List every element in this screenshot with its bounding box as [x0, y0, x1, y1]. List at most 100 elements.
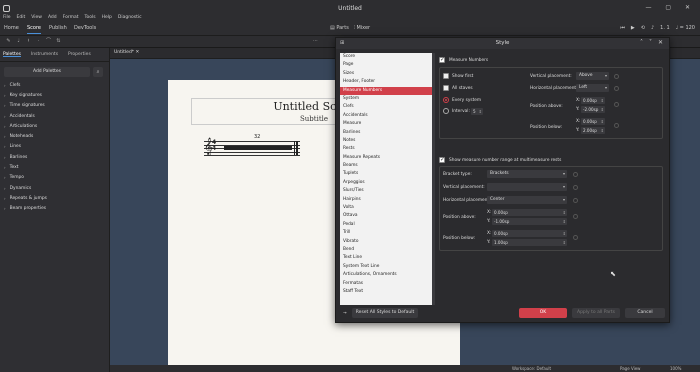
style-category-item[interactable]: Sizes	[340, 70, 432, 78]
reset-all-styles-button[interactable]: Reset All Styles to Default	[352, 308, 418, 318]
palette-item[interactable]: › Key signatures	[4, 90, 108, 100]
style-category-item[interactable]: Pedal	[340, 221, 432, 229]
mm-horizontal-placement-dropdown[interactable]: Center	[487, 196, 567, 204]
tie-icon[interactable]: ⌒	[45, 38, 52, 45]
zoom-level[interactable]: 100%	[670, 366, 681, 371]
style-category-item[interactable]: System Text Line	[340, 263, 432, 271]
reset-icon[interactable]	[573, 172, 578, 177]
palette-item[interactable]: › Time signatures	[4, 101, 108, 111]
mm-vertical-placement-dropdown[interactable]	[487, 183, 567, 191]
score-tab[interactable]: Untitled* ✕	[114, 50, 139, 55]
rewind-icon[interactable]: ⏮	[620, 25, 625, 31]
rest-icon[interactable]: 𝄽	[25, 38, 32, 45]
position-above-x[interactable]: 0.00sp	[581, 97, 605, 104]
ok-button[interactable]: OK	[519, 308, 567, 318]
close-icon[interactable]: ✕	[136, 50, 140, 55]
reset-icon[interactable]	[573, 214, 578, 219]
style-category-item[interactable]: Clefs	[340, 103, 432, 111]
mm-position-above-x[interactable]: 0.00sp	[492, 209, 567, 216]
measure-numbers-checkbox[interactable]	[439, 56, 445, 63]
interval-radio[interactable]	[443, 108, 449, 114]
search-icon[interactable]: ⌕	[93, 67, 103, 77]
style-category-item[interactable]: Arpeggios	[340, 179, 432, 187]
tab-score[interactable]: Score	[27, 25, 42, 34]
chevron-down-icon[interactable]: ˅	[649, 39, 652, 46]
style-category-item[interactable]: Ottava	[340, 212, 432, 220]
style-category-item[interactable]: Barlines	[340, 129, 432, 137]
mm-position-below-x[interactable]: 0.00sp	[492, 230, 567, 237]
position-above-y[interactable]: -2.00sp	[581, 106, 605, 113]
mm-position-below-y[interactable]: 1.00sp	[492, 239, 567, 246]
tab-publish[interactable]: Publish	[49, 25, 67, 31]
style-category-item[interactable]: Measure Repeats	[340, 154, 432, 162]
palette-item[interactable]: › Accidentals	[4, 111, 108, 121]
style-category-item[interactable]: Text Line	[340, 254, 432, 262]
parts-button[interactable]: Parts	[336, 25, 348, 31]
palette-item[interactable]: › Repeats & jumps	[4, 193, 108, 203]
close-icon[interactable]: ✕	[658, 39, 663, 46]
style-category-item[interactable]: Volta	[340, 204, 432, 212]
loop-icon[interactable]: ⟲	[641, 25, 645, 31]
palette-item[interactable]: › Beam properties	[4, 204, 108, 214]
apply-to-all-parts-button[interactable]: Apply to all Parts	[572, 308, 620, 318]
tab-instruments[interactable]: Instruments	[31, 52, 58, 57]
style-category-item[interactable]: Beams	[340, 162, 432, 170]
cancel-button[interactable]: Cancel	[625, 308, 665, 318]
tab-palettes[interactable]: Palettes	[3, 52, 21, 57]
window-controls[interactable]: — ▢ ✕	[645, 4, 696, 11]
style-category-item[interactable]: Hairpins	[340, 196, 432, 204]
reset-icon[interactable]	[573, 185, 578, 190]
reset-icon[interactable]	[614, 74, 619, 79]
palette-item[interactable]: › Tempo	[4, 173, 108, 183]
vertical-placement-dropdown[interactable]: Above	[576, 72, 609, 80]
mm-position-above-y[interactable]: -1.00sp	[492, 218, 567, 225]
metronome-icon[interactable]: ♪	[651, 25, 654, 31]
flip-icon[interactable]: ⇅	[55, 38, 62, 45]
tab-properties[interactable]: Properties	[68, 52, 91, 57]
palette-item[interactable]: › Dynamics	[4, 183, 108, 193]
style-category-item[interactable]: System	[340, 95, 432, 103]
multimeasure-rest[interactable]	[224, 146, 292, 150]
style-category-item[interactable]: Fermatas	[340, 280, 432, 288]
reset-icon[interactable]	[573, 235, 578, 240]
style-category-item[interactable]: Articulations, Ornaments	[340, 271, 432, 279]
palette-item[interactable]: › Articulations	[4, 121, 108, 131]
style-category-item[interactable]: Notes	[340, 137, 432, 145]
duration-icon[interactable]: ♩	[15, 38, 22, 45]
style-category-item[interactable]: Tuplets	[340, 170, 432, 178]
interval-spinbox[interactable]: 5	[471, 108, 483, 115]
style-category-item[interactable]: Bend	[340, 246, 432, 254]
all-staves-checkbox[interactable]	[443, 85, 449, 91]
bracket-type-dropdown[interactable]: Brackets	[487, 170, 567, 178]
tab-devtools[interactable]: DevTools	[74, 25, 96, 31]
style-category-item[interactable]: Accidentals	[340, 112, 432, 120]
style-category-item[interactable]: Measure	[340, 120, 432, 128]
palette-item[interactable]: › Clefs	[4, 80, 108, 90]
style-category-item[interactable]: Trill	[340, 229, 432, 237]
reset-icon[interactable]	[614, 102, 619, 107]
palette-item[interactable]: › Lines	[4, 142, 108, 152]
time-signature[interactable]: 44	[212, 140, 216, 152]
tab-home[interactable]: Home	[4, 25, 19, 31]
palette-item[interactable]: › Barlines	[4, 152, 108, 162]
position-below-x[interactable]: 0.00sp	[581, 118, 605, 125]
style-category-item[interactable]: Staff Text	[340, 288, 432, 296]
style-category-item[interactable]: Measure Numbers	[340, 86, 432, 95]
style-category-item[interactable]: Vibrato	[340, 238, 432, 246]
style-category-item[interactable]: Page	[340, 61, 432, 69]
show-first-checkbox[interactable]	[443, 73, 449, 79]
view-mode[interactable]: Page View	[620, 366, 640, 371]
style-category-item[interactable]: Score	[340, 53, 432, 61]
workspace-label[interactable]: Workspace: Default	[512, 366, 551, 371]
position-below-y[interactable]: 2.00sp	[581, 127, 605, 134]
style-category-item[interactable]: Rests	[340, 145, 432, 153]
every-system-radio[interactable]	[443, 97, 449, 103]
dot-icon[interactable]: ·	[35, 38, 42, 45]
chevron-up-icon[interactable]: ˄	[640, 39, 643, 46]
reset-icon[interactable]	[614, 123, 619, 128]
reset-icon[interactable]	[614, 86, 619, 91]
palette-item[interactable]: › Text	[4, 162, 108, 172]
palette-item[interactable]: › Noteheads	[4, 131, 108, 141]
horizontal-placement-dropdown[interactable]: Left	[576, 84, 609, 92]
mixer-button[interactable]: Mixer	[356, 25, 370, 31]
